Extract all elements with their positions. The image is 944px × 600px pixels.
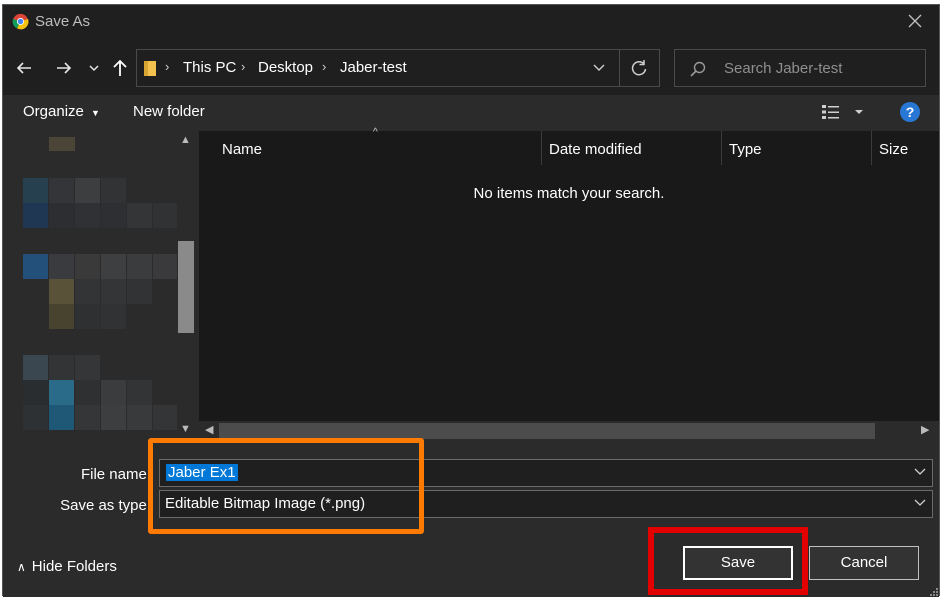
obscured-tile: [49, 380, 74, 405]
organize-button[interactable]: Organize ▼: [23, 103, 100, 120]
help-icon[interactable]: ?: [900, 102, 920, 122]
obscured-tile: [49, 178, 74, 203]
navigation-bar: › This PC › Desktop › Jaber-test Search …: [3, 39, 939, 95]
column-divider[interactable]: [541, 131, 542, 165]
column-size[interactable]: Size: [879, 141, 908, 158]
address-dropdown-chevron-icon[interactable]: [592, 62, 606, 74]
obscured-tile: [75, 405, 100, 430]
obscured-tile: [101, 203, 126, 228]
hide-folders-button[interactable]: ∧ Hide Folders: [17, 558, 117, 575]
obscured-tile: [127, 254, 152, 279]
up-arrow-icon[interactable]: [109, 57, 131, 79]
obscured-tile: [23, 178, 48, 203]
column-name[interactable]: Name: [222, 141, 262, 158]
obscured-tile: [75, 178, 100, 203]
obscured-tile: [127, 279, 152, 304]
obscured-tile: [75, 279, 100, 304]
toolbar: Organize ▼ New folder ?: [3, 95, 939, 131]
obscured-tile: [101, 178, 126, 203]
close-icon[interactable]: [905, 11, 925, 31]
breadcrumb-jaber-test[interactable]: Jaber-test: [340, 59, 407, 76]
obscured-tile: [49, 304, 74, 329]
new-folder-button[interactable]: New folder: [133, 103, 205, 120]
scroll-up-icon[interactable]: ▲: [180, 134, 191, 146]
save-as-dialog: Save As › This PC › Desktop › Jaber-test…: [2, 4, 940, 597]
search-box[interactable]: Search Jaber-test: [674, 49, 926, 87]
dialog-title: Save As: [35, 13, 91, 30]
obscured-tile: [23, 254, 48, 279]
back-arrow-icon[interactable]: [13, 57, 35, 79]
chevron-down-icon[interactable]: [914, 498, 926, 508]
column-divider[interactable]: [871, 131, 872, 165]
cancel-button[interactable]: Cancel: [809, 546, 919, 580]
obscured-tile: [49, 405, 74, 430]
chevron-down-icon: ▼: [91, 108, 100, 118]
obscured-tile: [49, 137, 75, 151]
resize-grip-icon[interactable]: [929, 587, 939, 597]
obscured-tile: [127, 203, 152, 228]
file-list[interactable]: ^ Name Date modified Type Size No items …: [199, 127, 939, 441]
obscured-tile: [75, 380, 100, 405]
breadcrumb-chevron-icon: ›: [241, 59, 246, 74]
obscured-tile: [101, 380, 126, 405]
empty-message: No items match your search.: [473, 185, 665, 202]
address-bar[interactable]: › This PC › Desktop › Jaber-test: [136, 49, 660, 87]
obscured-tile: [153, 405, 178, 430]
obscured-tile: [23, 380, 48, 405]
forward-arrow-icon[interactable]: [53, 57, 75, 79]
obscured-tile: [49, 254, 74, 279]
obscured-tile: [75, 355, 100, 380]
obscured-tile: [23, 203, 48, 228]
obscured-tile: [49, 355, 74, 380]
red-highlight-box: [648, 527, 808, 595]
save-as-type-label: Save as type:: [60, 497, 151, 514]
obscured-tile: [101, 254, 126, 279]
column-type[interactable]: Type: [729, 141, 762, 158]
organize-label: Organize: [23, 103, 84, 120]
obscured-tile: [127, 380, 152, 405]
breadcrumb-chevron-icon: ›: [322, 59, 327, 74]
view-options-icon[interactable]: [821, 103, 871, 121]
obscured-tile: [101, 279, 126, 304]
nav-pane-scrollbar[interactable]: ▲ ▼: [177, 131, 195, 441]
obscured-tile: [23, 405, 48, 430]
obscured-tile: [101, 405, 126, 430]
chevron-down-icon[interactable]: [914, 467, 926, 477]
obscured-tile: [153, 254, 178, 279]
address-divider: [619, 50, 620, 86]
breadcrumb-chevron-icon: ›: [165, 59, 170, 74]
scrollbar-thumb[interactable]: [178, 241, 194, 333]
recent-locations-chevron-icon[interactable]: [87, 57, 101, 79]
obscured-tile: [49, 279, 74, 304]
obscured-tile: [101, 304, 126, 329]
orange-highlight-box: [148, 438, 424, 534]
chrome-icon: [12, 13, 29, 30]
column-divider[interactable]: [721, 131, 722, 165]
chevron-up-icon: ∧: [17, 560, 26, 574]
scrollbar-thumb[interactable]: [219, 423, 875, 439]
obscured-tile: [127, 405, 152, 430]
column-header-row: ^ Name Date modified Type Size: [199, 127, 939, 165]
search-input[interactable]: Search Jaber-test: [724, 60, 842, 77]
obscured-tile: [49, 203, 74, 228]
sort-caret-icon: ^: [373, 127, 378, 138]
breadcrumb-desktop[interactable]: Desktop: [258, 59, 313, 76]
navigation-pane[interactable]: ▲ ▼: [3, 131, 199, 441]
title-bar: Save As: [3, 5, 939, 39]
obscured-tile: [75, 203, 100, 228]
obscured-tile: [153, 203, 178, 228]
scroll-left-icon[interactable]: ◀: [205, 423, 213, 436]
scroll-right-icon[interactable]: ▶: [921, 423, 929, 436]
column-date-modified[interactable]: Date modified: [549, 141, 642, 158]
obscured-tile: [75, 304, 100, 329]
obscured-tile: [75, 254, 100, 279]
breadcrumb-this-pc[interactable]: This PC: [183, 59, 236, 76]
obscured-tile: [23, 355, 48, 380]
scroll-down-icon[interactable]: ▼: [180, 423, 191, 435]
search-icon: [690, 61, 706, 77]
file-name-label: File name:: [80, 466, 151, 483]
refresh-icon[interactable]: [629, 58, 649, 78]
folder-icon: [144, 61, 156, 76]
hide-folders-label: Hide Folders: [31, 558, 117, 575]
